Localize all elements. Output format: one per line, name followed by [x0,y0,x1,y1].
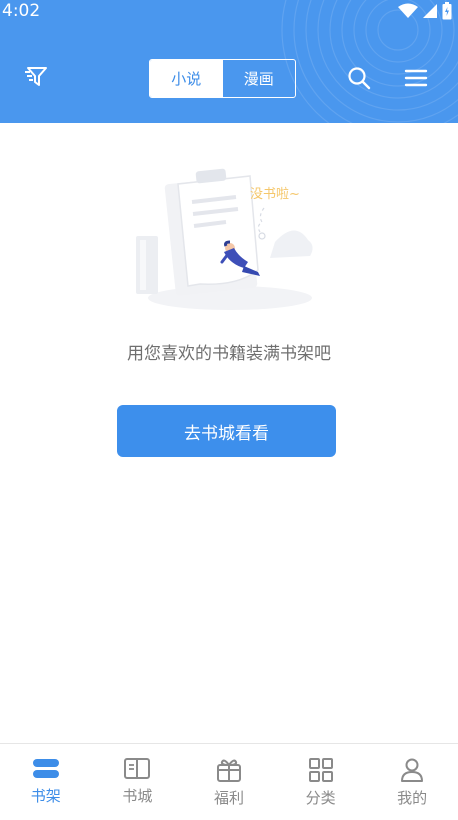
tab-bookstore[interactable]: 书城 [92,744,184,820]
person-icon [401,758,424,782]
tab-mine-label: 我的 [397,789,428,807]
tab-novel[interactable]: 小说 [150,60,223,97]
wifi-icon [398,3,418,18]
status-icons [398,2,452,20]
status-time: 4:02 [2,1,41,21]
battery-icon [442,2,452,20]
gift-icon [216,759,241,782]
tab-bookshelf[interactable]: 书架 [0,744,92,820]
status-bar: 4:02 [0,0,458,24]
tab-comic[interactable]: 漫画 [223,60,296,97]
filter-icon [25,67,47,86]
tab-mine[interactable]: 我的 [366,744,458,820]
bubble-text: 没书啦~ [250,187,300,202]
tab-welfare[interactable]: 福利 [183,744,275,820]
open-book-icon [124,758,151,779]
tab-bookshelf-label: 书架 [30,787,61,805]
signal-icon [423,4,437,18]
tab-welfare-label: 福利 [213,789,244,807]
bookshelf-icon [32,759,59,778]
grid-icon [308,758,333,782]
empty-shelf-illustration: 没书啦~ [136,168,313,310]
menu-icon [404,69,428,87]
tab-category[interactable]: 分类 [275,744,367,820]
bottom-tabbar: 书架 书城 福利 分类 我的 [0,743,458,820]
go-to-bookstore-button[interactable]: 去书城看看 [117,405,336,457]
filter-button[interactable] [18,59,54,95]
top-header: 4:02 小说 漫画 [0,0,458,123]
tab-category-label: 分类 [305,789,336,807]
search-button[interactable] [341,60,377,96]
menu-button[interactable] [398,60,434,96]
app-root: 4:02 小说 漫画 没书啦~ 用您喜欢的书籍装满书架吧 去书城看看 书架 书城… [0,0,458,820]
tab-bookstore-label: 书城 [122,787,153,805]
content-type-switch: 小说 漫画 [149,59,296,98]
empty-message: 用您喜欢的书籍装满书架吧 [127,344,331,364]
search-icon [348,67,371,90]
